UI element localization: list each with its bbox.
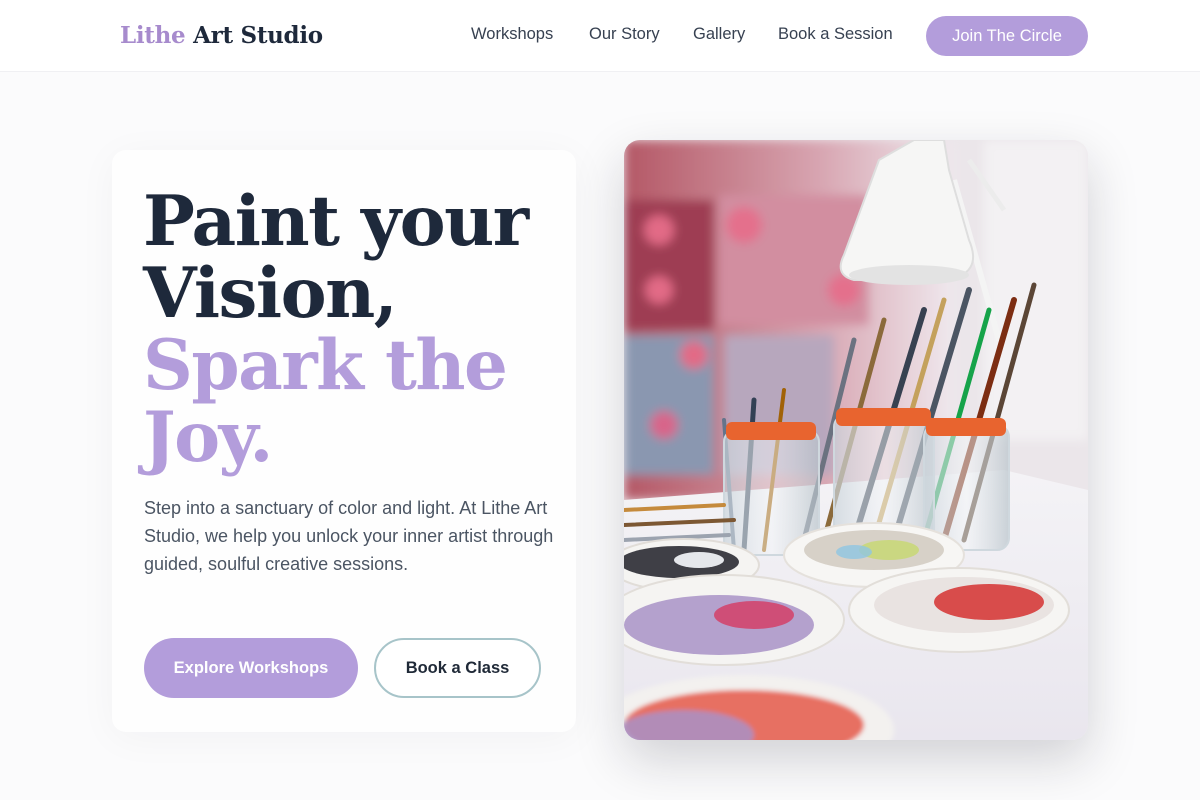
hero-description: Step into a sanctuary of color and light… — [144, 498, 554, 574]
join-circle-button[interactable]: Join The Circle — [926, 16, 1088, 56]
headline-line-4: Joy. — [143, 397, 273, 478]
nav-workshops[interactable]: Workshops — [471, 25, 553, 44]
headline-line-2: Vision, — [143, 253, 398, 334]
hero-image — [624, 140, 1088, 740]
paintbrushes-photo — [624, 140, 1088, 740]
logo-text: Art Studio — [193, 22, 323, 49]
nav-gallery[interactable]: Gallery — [693, 25, 745, 44]
brand-logo[interactable]: Lithe Art Studio — [120, 22, 323, 49]
nav-book-session[interactable]: Book a Session — [778, 25, 893, 44]
hero-headline: Paint your Vision, Spark the Joy. — [143, 181, 529, 478]
headline-line-3: Spark the — [143, 325, 508, 406]
explore-workshops-button[interactable]: Explore Workshops — [144, 638, 358, 698]
book-class-button[interactable]: Book a Class — [374, 638, 541, 698]
logo-accent: Lithe — [120, 22, 186, 49]
headline-line-1: Paint your — [143, 181, 529, 262]
nav-our-story[interactable]: Our Story — [589, 25, 660, 44]
site-header: Lithe Art Studio Workshops Our Story Gal… — [0, 0, 1200, 72]
